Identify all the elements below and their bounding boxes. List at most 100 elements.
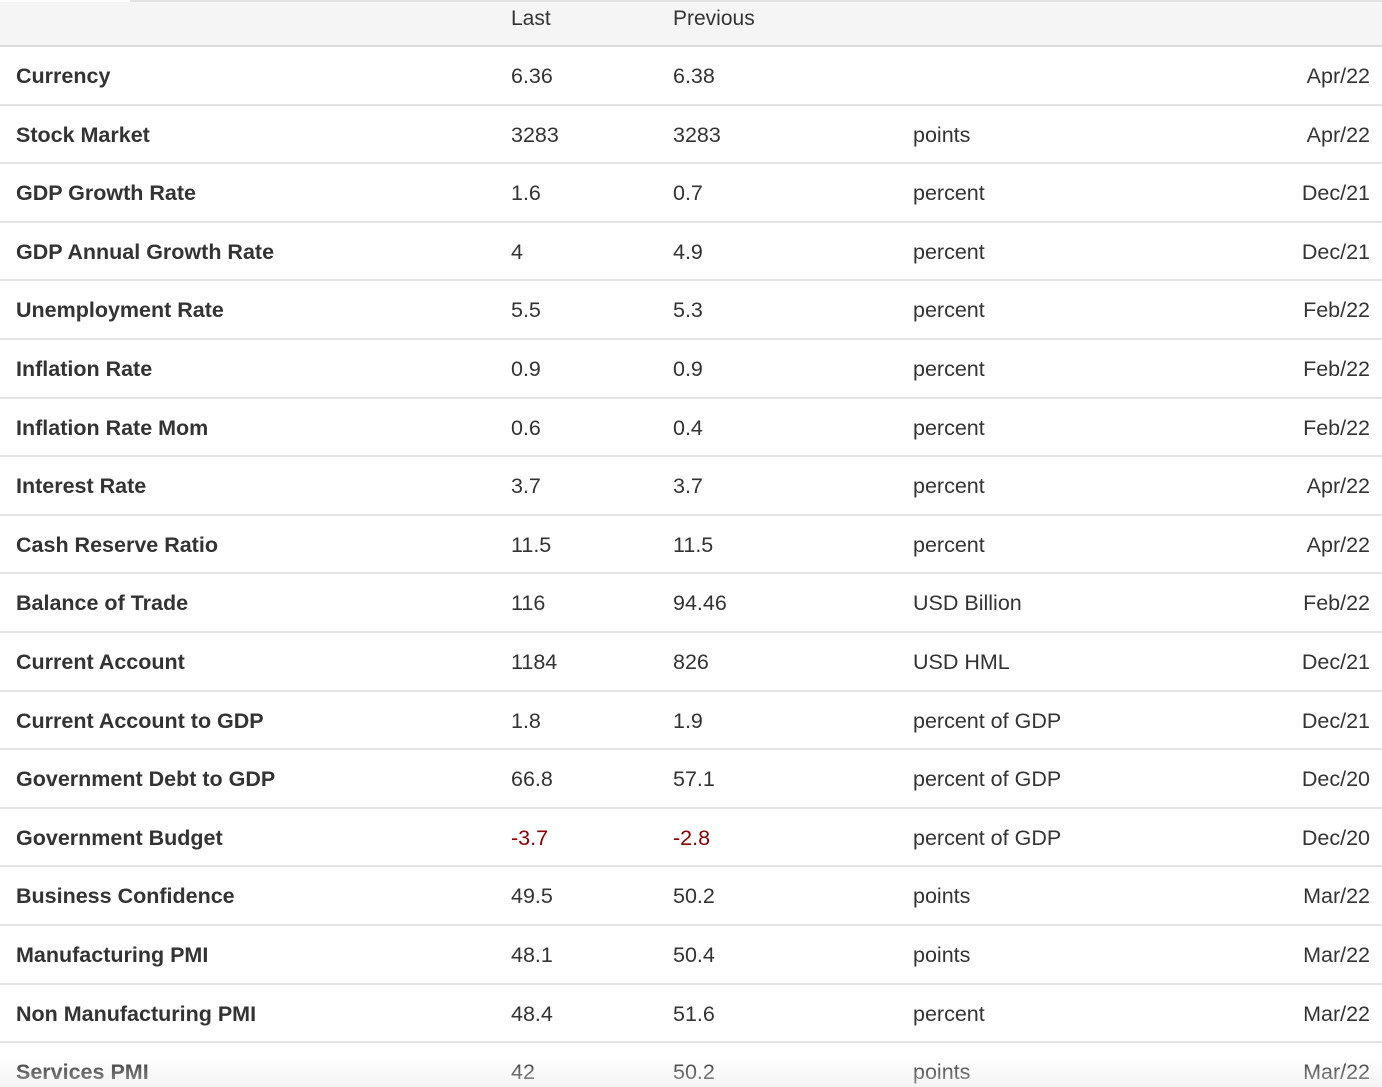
- previous-value: 6.38: [673, 64, 715, 88]
- indicator-name-link[interactable]: Stock Market: [16, 122, 150, 148]
- unit-label: percent: [913, 474, 985, 499]
- reference-date: Apr/22: [1306, 64, 1370, 88]
- previous-value: 0.9: [673, 356, 703, 381]
- indicator-name-link[interactable]: Government Budget: [16, 825, 223, 851]
- table-row[interactable]: Balance of Trade 116 94.46 USD Billion Feb/2…: [0, 574, 1382, 633]
- table-row[interactable]: Services PMI 42 50.2 points Mar/22: [0, 1043, 1382, 1087]
- unit-label: percent of GDP: [913, 708, 1062, 733]
- previous-value: 50.2: [673, 1060, 715, 1085]
- indicator-name-link[interactable]: Inflation Rate Mom: [16, 415, 208, 441]
- reference-date: Feb/22: [1303, 298, 1370, 323]
- reference-date: Dec/21: [1301, 649, 1370, 674]
- reference-date: Feb/22: [1303, 415, 1370, 440]
- previous-value: 50.2: [673, 884, 715, 909]
- unit-label: percent: [913, 1001, 985, 1026]
- unit-label: USD Billion: [913, 591, 1022, 616]
- reference-date: Apr/22: [1306, 532, 1370, 557]
- indicator-name-link[interactable]: Unemployment Rate: [16, 297, 224, 323]
- previous-value: 826: [673, 649, 709, 674]
- table-row[interactable]: Inflation Rate 0.9 0.9 percent Feb/22: [0, 340, 1382, 399]
- indicator-name-link[interactable]: Business Confidence: [16, 883, 235, 909]
- previous-value: 0.7: [673, 181, 703, 206]
- indicator-name-link[interactable]: Non Manufacturing PMI: [16, 1001, 256, 1027]
- previous-value: 5.3: [673, 298, 703, 323]
- table-row[interactable]: Current Account 1184 826 USD HML Dec/21: [0, 633, 1382, 692]
- indicators-table: Last Previous Currency 6.36 6.38 Apr/22 Stoc…: [0, 0, 1382, 1087]
- table-row[interactable]: Non Manufacturing PMI 48.4 51.6 percent Mar/…: [0, 985, 1382, 1044]
- previous-value: 1.9: [673, 708, 703, 733]
- indicator-name-link[interactable]: Cash Reserve Ratio: [16, 532, 218, 558]
- reference-date: Dec/20: [1301, 767, 1370, 792]
- last-value: 0.6: [511, 415, 541, 440]
- table-row[interactable]: Government Budget -3.7 -2.8 percent of GDP D…: [0, 809, 1382, 868]
- last-value: 48.1: [511, 942, 553, 967]
- table-row[interactable]: Unemployment Rate 5.5 5.3 percent Feb/22: [0, 281, 1382, 340]
- unit-label: percent: [913, 181, 985, 206]
- last-value: 1184: [511, 649, 558, 674]
- table-row[interactable]: Inflation Rate Mom 0.6 0.4 percent Feb/22: [0, 399, 1382, 458]
- unit-label: percent: [913, 298, 985, 323]
- reference-date: Dec/21: [1301, 181, 1370, 206]
- table-row[interactable]: GDP Annual Growth Rate 4 4.9 percent Dec/21: [0, 223, 1382, 282]
- header-previous: Previous: [673, 7, 755, 30]
- unit-label: percent: [913, 356, 985, 381]
- unit-label: points: [913, 884, 971, 909]
- reference-date: Mar/22: [1303, 884, 1370, 909]
- last-value: 48.4: [511, 1001, 553, 1026]
- indicator-name-link[interactable]: Current Account: [16, 649, 185, 675]
- indicator-name-link[interactable]: GDP Annual Growth Rate: [16, 239, 274, 265]
- reference-date: Apr/22: [1306, 122, 1370, 147]
- reference-date: Mar/22: [1303, 1001, 1370, 1026]
- indicator-name-link[interactable]: Interest Rate: [16, 473, 146, 499]
- unit-label: USD HML: [913, 649, 1010, 674]
- table-row[interactable]: Stock Market 3283 3283 points Apr/22: [0, 106, 1382, 165]
- reference-date: Apr/22: [1306, 474, 1370, 499]
- table-row[interactable]: GDP Growth Rate 1.6 0.7 percent Dec/21: [0, 164, 1382, 223]
- indicator-name-link[interactable]: Currency: [16, 63, 110, 89]
- unit-label: percent of GDP: [913, 825, 1062, 850]
- indicator-name-link[interactable]: GDP Growth Rate: [16, 180, 196, 206]
- reference-date: Feb/22: [1303, 356, 1370, 381]
- previous-value: 4.9: [673, 239, 703, 264]
- table-row[interactable]: Interest Rate 3.7 3.7 percent Apr/22: [0, 457, 1382, 516]
- table-row[interactable]: Government Debt to GDP 66.8 57.1 percent of…: [0, 750, 1382, 809]
- last-value: 11.5: [511, 532, 552, 557]
- previous-value: 0.4: [673, 415, 703, 440]
- table-row[interactable]: Business Confidence 49.5 50.2 points Mar/22: [0, 867, 1382, 926]
- last-value: 49.5: [511, 884, 553, 909]
- previous-value: 94.46: [673, 591, 727, 616]
- unit-label: percent: [913, 532, 985, 557]
- indicator-name-link[interactable]: Current Account to GDP: [16, 708, 264, 734]
- indicator-name-link[interactable]: Government Debt to GDP: [16, 766, 275, 792]
- table-row[interactable]: Current Account to GDP 1.8 1.9 percent of G…: [0, 692, 1382, 751]
- last-value: 4: [511, 239, 523, 264]
- unit-label: percent: [913, 415, 985, 440]
- last-value: 3.7: [511, 474, 541, 499]
- last-value: -3.7: [511, 825, 549, 850]
- last-value: 1.8: [511, 708, 541, 733]
- unit-label: percent: [913, 239, 985, 264]
- last-value: 3283: [511, 122, 559, 147]
- last-value: 42: [511, 1060, 535, 1085]
- reference-date: Dec/20: [1301, 825, 1370, 850]
- last-value: 0.9: [511, 356, 541, 381]
- reference-date: Mar/22: [1303, 942, 1370, 967]
- last-value: 6.36: [511, 64, 553, 88]
- previous-value: 50.4: [673, 942, 715, 967]
- previous-value: 51.6: [673, 1001, 715, 1026]
- previous-value: 11.5: [673, 532, 714, 557]
- table-row[interactable]: Cash Reserve Ratio 11.5 11.5 percent Apr/22: [0, 516, 1382, 575]
- last-value: 1.6: [511, 181, 541, 206]
- indicator-name-link[interactable]: Services PMI: [16, 1059, 149, 1085]
- reference-date: Dec/21: [1301, 239, 1370, 264]
- indicator-name-link[interactable]: Inflation Rate: [16, 356, 152, 382]
- last-value: 116: [511, 591, 546, 616]
- indicator-name-link[interactable]: Balance of Trade: [16, 590, 188, 616]
- table-row[interactable]: Manufacturing PMI 48.1 50.4 points Mar/22: [0, 926, 1382, 985]
- reference-date: Mar/22: [1303, 1060, 1370, 1085]
- last-value: 66.8: [511, 767, 553, 792]
- indicator-name-link[interactable]: Manufacturing PMI: [16, 942, 208, 968]
- unit-label: points: [913, 122, 971, 147]
- unit-label: percent of GDP: [913, 767, 1062, 792]
- table-row[interactable]: Currency 6.36 6.38 Apr/22: [0, 47, 1382, 106]
